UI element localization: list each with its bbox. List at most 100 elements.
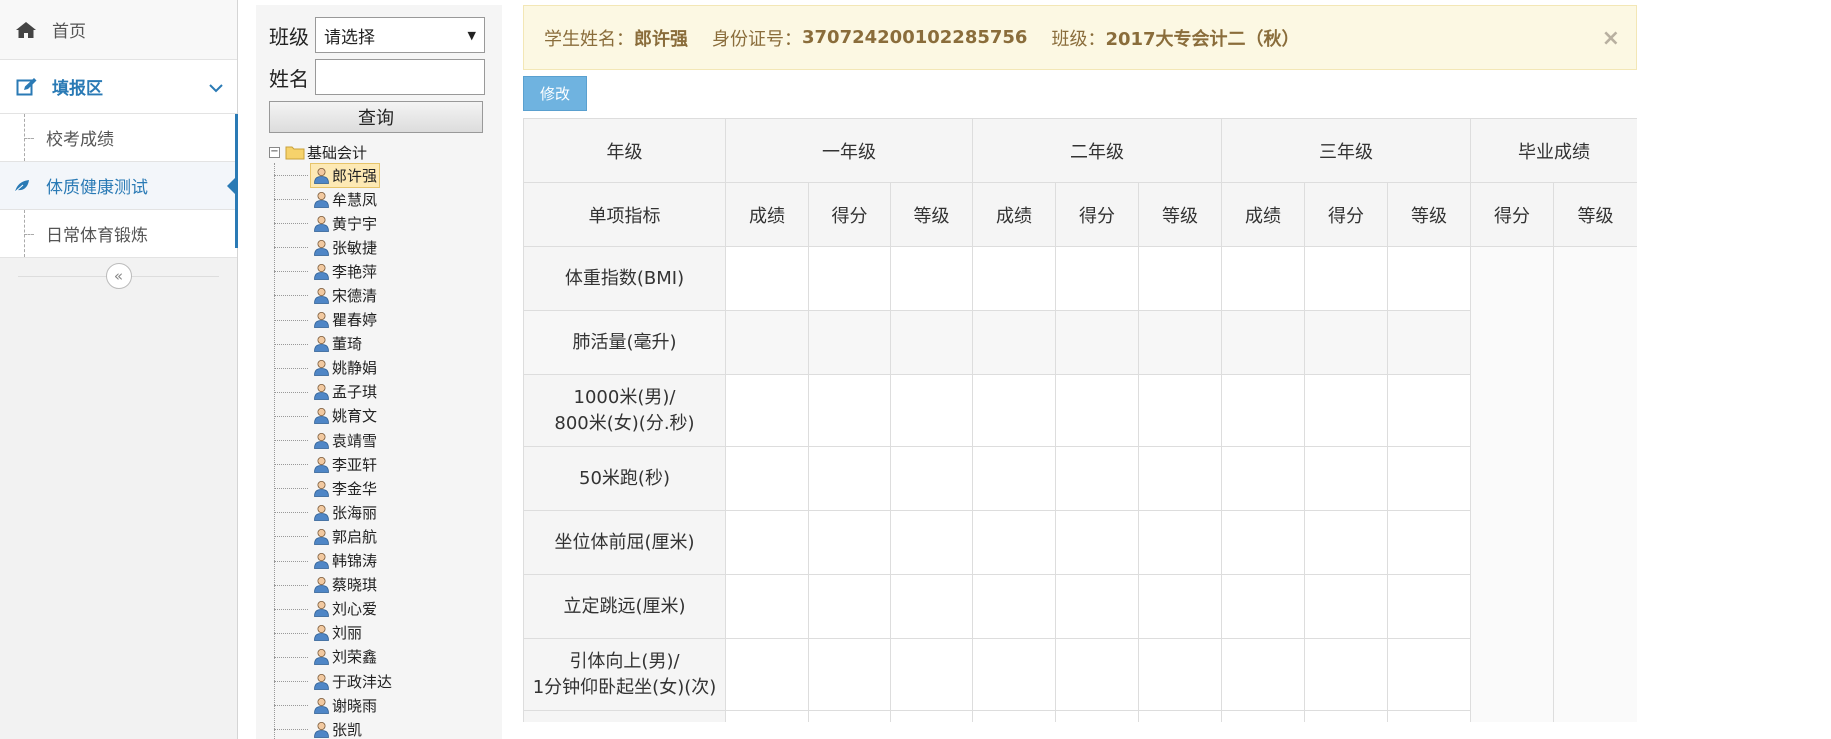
- header-level: 等级: [1138, 182, 1223, 247]
- tree-root-node[interactable]: − 基础会计: [269, 141, 489, 163]
- nav-home[interactable]: 首页: [0, 0, 237, 60]
- tree-student-node[interactable]: 黄宁宇: [274, 211, 489, 236]
- tree-node-label: 瞿春婷: [332, 311, 378, 330]
- tree-student-node[interactable]: 韩锦涛: [274, 549, 489, 573]
- tree-student-node[interactable]: 姚育文: [274, 404, 489, 428]
- sidebar-item-fitness-test[interactable]: 体质健康测试: [0, 162, 237, 210]
- tree-student-node[interactable]: 张海丽: [274, 500, 489, 525]
- tree-student-node[interactable]: 张凯: [274, 717, 489, 739]
- tree-student-node[interactable]: 姚静娟: [274, 356, 489, 380]
- tree-node-label: 姚育文: [332, 407, 378, 426]
- tree-node-label: 董琦: [332, 335, 363, 354]
- tree-node-inner: 宋德清: [310, 283, 380, 308]
- tree-node-label: 袁靖雪: [332, 431, 378, 450]
- tree-node-inner: 蔡晓琪: [310, 572, 380, 597]
- id-number-label: 身份证号：: [712, 28, 802, 50]
- tree-student-node[interactable]: 袁靖雪: [274, 428, 489, 452]
- table-cell: [808, 310, 891, 375]
- table-cell: [1387, 446, 1472, 511]
- name-input[interactable]: [315, 59, 485, 95]
- header-points: 得分: [808, 182, 891, 247]
- tree-student-node[interactable]: 谢晓雨: [274, 693, 489, 717]
- tree-student-node[interactable]: 宋德清: [274, 283, 489, 308]
- table-cell: [972, 246, 1057, 311]
- nav-section-label: 填报区: [52, 79, 103, 99]
- tree-root-label: 基础会计: [307, 143, 368, 162]
- tree-student-node[interactable]: 董琦: [274, 332, 489, 356]
- id-number-value: 370724200102285756: [802, 27, 1028, 48]
- tree-student-node[interactable]: 刘心爱: [274, 597, 489, 621]
- user-icon: [314, 360, 329, 377]
- class-info-value: 2017大专会计二（秋）: [1105, 28, 1300, 50]
- close-icon[interactable]: ×: [1602, 26, 1620, 51]
- tree-student-node[interactable]: 刘丽: [274, 621, 489, 645]
- tree-student-node[interactable]: 张敏捷: [274, 235, 489, 259]
- tree-student-node[interactable]: 李艳萍: [274, 259, 489, 284]
- tree-node-label: 姚静娟: [332, 359, 378, 378]
- table-cell: [808, 710, 891, 722]
- tree-children: 郎许强 牟慧凤 黄宁宇 张敏捷 李艳萍 宋德清瞿春婷董琦姚静娟 孟子琪姚育文袁靖雪李亚轩 李金…: [274, 162, 489, 739]
- user-icon: [314, 697, 329, 714]
- collapse-toggle-icon[interactable]: −: [269, 146, 280, 158]
- tree-node-label: 蔡晓琪: [332, 576, 378, 595]
- tree-node-inner: 李艳萍: [310, 259, 380, 284]
- tree-node-inner: 孟子琪: [310, 379, 380, 404]
- tree-student-node[interactable]: 郭启航: [274, 524, 489, 548]
- tree-student-node[interactable]: 孟子琪: [274, 379, 489, 404]
- user-icon: [314, 167, 329, 184]
- table-row: 体重指数(BMI): [523, 246, 1637, 722]
- sidebar: 首页 填报区 校考成绩 体质健康测试 日常体育锻炼 «: [0, 0, 238, 739]
- sidebar-item-school-exam[interactable]: 校考成绩: [0, 114, 237, 162]
- table-cell: [889, 446, 974, 511]
- tree-node-inner: 张凯: [310, 717, 365, 739]
- user-icon: [314, 504, 329, 521]
- header-year1: 一年级: [724, 118, 974, 183]
- name-filter-row: 姓名: [269, 59, 489, 95]
- row-label: 肺活量(毫升): [523, 310, 726, 375]
- nav-home-label: 首页: [52, 22, 86, 42]
- collapse-sidebar-button[interactable]: «: [105, 263, 132, 289]
- table-cell: [1055, 374, 1140, 447]
- user-icon: [314, 528, 329, 545]
- final-points-cell: [1470, 246, 1555, 722]
- final-level-cell: [1553, 246, 1637, 722]
- tree-student-node[interactable]: 瞿春婷: [274, 308, 489, 332]
- tree-node-inner: 牟慧凤: [310, 187, 380, 212]
- tree-student-node[interactable]: 牟慧凤: [274, 187, 489, 212]
- table-cell: [808, 574, 891, 639]
- user-icon: [314, 553, 329, 569]
- tree-node-label: 刘荣鑫: [332, 648, 378, 667]
- user-icon: [314, 288, 329, 304]
- tree-student-node[interactable]: 李亚轩: [274, 452, 489, 476]
- table-cell: [1387, 246, 1472, 311]
- tree-student-node[interactable]: 于政沣达: [274, 669, 489, 693]
- table-cell: [1138, 574, 1223, 639]
- header-grade: 年级: [523, 118, 726, 183]
- tree-node-inner: 张海丽: [310, 500, 380, 525]
- nav-section-fill[interactable]: 填报区: [0, 60, 237, 114]
- tree-student-node[interactable]: 刘荣鑫: [274, 645, 489, 669]
- table-cell: [1055, 310, 1140, 375]
- sidebar-item-label: 校考成绩: [46, 130, 114, 150]
- student-info-alert: 学生姓名： 郎许强 身份证号： 370724200102285756 班级： 2…: [523, 5, 1637, 70]
- home-icon: [14, 21, 38, 39]
- user-icon: [314, 191, 329, 208]
- table-cell: [889, 574, 974, 639]
- sidebar-item-daily-exercise[interactable]: 日常体育锻炼: [0, 210, 237, 258]
- class-select-value: 请选择: [324, 27, 375, 48]
- table-cell: [1304, 710, 1389, 722]
- edit-button[interactable]: 修改: [523, 76, 587, 111]
- table-cell: [972, 310, 1057, 375]
- query-button[interactable]: 查询: [269, 101, 483, 133]
- tree-node-inner: 黄宁宇: [310, 211, 380, 236]
- tree-student-node[interactable]: 李金华: [274, 476, 489, 500]
- student-tree: − 基础会计 郎许强 牟慧凤 黄宁宇 张敏捷 李艳萍 宋德清瞿春婷董琦姚静娟 孟子琪姚育文袁…: [269, 141, 489, 739]
- table-cell: [1055, 638, 1140, 711]
- table-cell: [808, 510, 891, 575]
- class-select[interactable]: 请选择 ▼: [315, 17, 485, 53]
- table-cell: [1138, 374, 1223, 447]
- table-cell: [1304, 310, 1389, 375]
- table-cell: [725, 246, 809, 311]
- tree-student-node[interactable]: 郎许强: [274, 162, 489, 188]
- tree-student-node[interactable]: 蔡晓琪: [274, 572, 489, 597]
